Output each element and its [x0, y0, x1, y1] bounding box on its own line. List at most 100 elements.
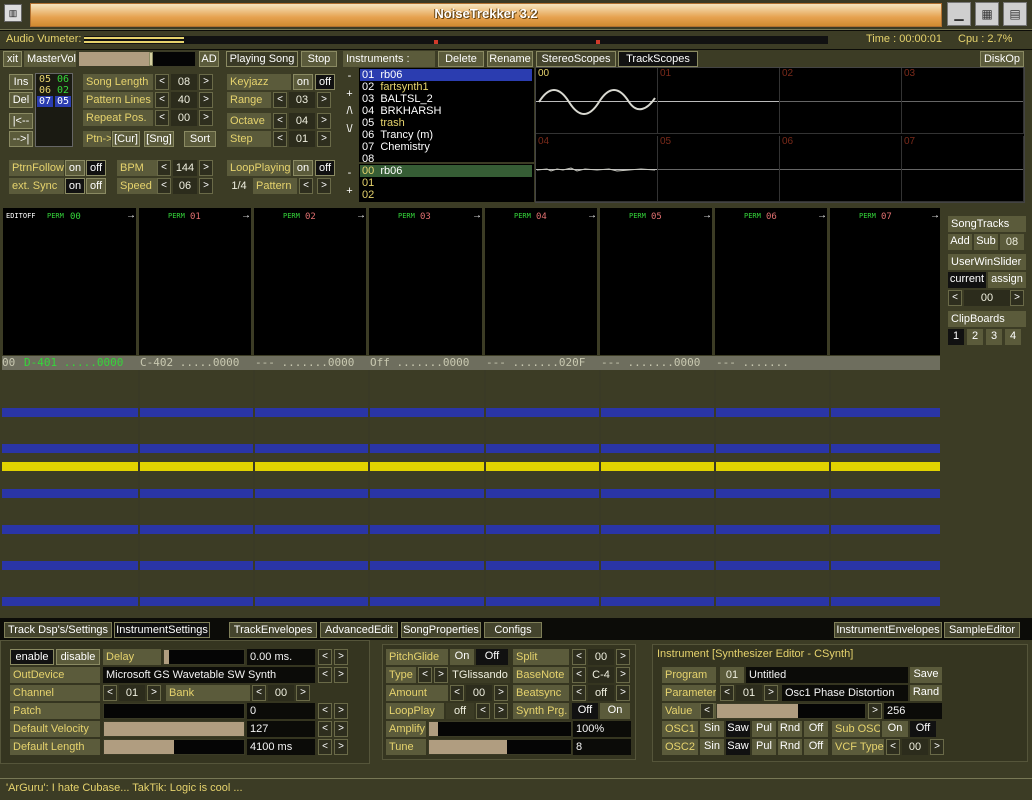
- sample-item[interactable]: 01: [360, 177, 532, 189]
- osc2-wave-1[interactable]: Saw: [726, 739, 750, 755]
- clipboard-2[interactable]: 2: [967, 329, 983, 345]
- amount-dec[interactable]: <: [450, 685, 464, 701]
- channel-inc[interactable]: >: [147, 685, 161, 701]
- table-row[interactable]: [2, 417, 940, 426]
- osc1-wave-2[interactable]: Pul: [752, 721, 776, 737]
- default-length-inc[interactable]: >: [334, 739, 348, 755]
- rand-button[interactable]: Rand: [910, 685, 942, 701]
- extsync-off[interactable]: off: [86, 178, 106, 194]
- track-arrow-icon[interactable]: →: [587, 210, 597, 221]
- track-header[interactable]: [484, 208, 597, 355]
- range-dec[interactable]: <: [273, 92, 287, 108]
- range-inc[interactable]: >: [317, 92, 331, 108]
- delay-dec[interactable]: <: [318, 649, 332, 665]
- close-icon[interactable]: ▤: [1003, 2, 1027, 26]
- type-inc[interactable]: >: [434, 667, 448, 683]
- table-row[interactable]: [2, 489, 940, 498]
- track-header[interactable]: [368, 208, 482, 355]
- track-header[interactable]: [714, 208, 827, 355]
- basenote-dec[interactable]: <: [572, 667, 586, 683]
- table-row[interactable]: [2, 570, 940, 579]
- track-arrow-icon[interactable]: →: [930, 210, 940, 221]
- beatsync-dec[interactable]: <: [572, 685, 586, 701]
- vcftype-dec[interactable]: <: [886, 739, 900, 755]
- default-length-slider[interactable]: [103, 739, 245, 755]
- track-header[interactable]: [599, 208, 712, 355]
- table-row[interactable]: [2, 579, 940, 588]
- value-inc[interactable]: >: [868, 703, 882, 719]
- tab-track-dsp[interactable]: Track Dsp's/Settings: [4, 622, 112, 638]
- loopplay-dec[interactable]: <: [476, 703, 490, 719]
- osc2-wave-2[interactable]: Pul: [752, 739, 776, 755]
- keyjazz-on[interactable]: on: [293, 74, 313, 90]
- ad-button[interactable]: AD: [199, 51, 219, 67]
- split-inc[interactable]: >: [616, 649, 630, 665]
- table-row[interactable]: [2, 426, 940, 435]
- synthprg-on[interactable]: On: [600, 703, 630, 719]
- inst2-scroll-minus[interactable]: -: [342, 166, 357, 182]
- instrument-item[interactable]: 07 Chemistry: [360, 141, 532, 153]
- parameter-dec[interactable]: <: [720, 685, 734, 701]
- osc1-wave-1[interactable]: Saw: [726, 721, 750, 737]
- instrument-item[interactable]: 05 trash: [360, 117, 532, 129]
- rename-instrument-button[interactable]: Rename: [487, 51, 533, 67]
- amplify-slider[interactable]: [428, 721, 572, 737]
- patch-dec[interactable]: <: [318, 703, 332, 719]
- instrument-item[interactable]: 04 BRKHARSH: [360, 105, 532, 117]
- track-header[interactable]: [829, 208, 940, 355]
- loopplay-inc[interactable]: >: [494, 703, 508, 719]
- parameter-inc[interactable]: >: [764, 685, 778, 701]
- inst-down-arrow-icon[interactable]: \/: [342, 122, 357, 138]
- bpm-dec[interactable]: <: [157, 160, 171, 176]
- repeat-pos-dec[interactable]: <: [155, 110, 169, 126]
- basenote-inc[interactable]: >: [616, 667, 630, 683]
- channel-dec[interactable]: <: [103, 685, 117, 701]
- table-row[interactable]: [2, 390, 940, 399]
- table-row[interactable]: [2, 471, 940, 480]
- instrument-item[interactable]: 02 fartsynth1: [360, 81, 532, 93]
- tab-instrument-envelopes[interactable]: InstrumentEnvelopes: [834, 622, 942, 638]
- inst-scroll-plus[interactable]: +: [342, 87, 357, 103]
- table-row[interactable]: [2, 444, 940, 453]
- userwin-dec[interactable]: <: [948, 290, 962, 306]
- maximize-icon[interactable]: ▦: [975, 2, 999, 26]
- del-button[interactable]: Del: [9, 92, 33, 108]
- track-arrow-icon[interactable]: →: [472, 210, 482, 221]
- delay-inc[interactable]: >: [334, 649, 348, 665]
- stop-button[interactable]: Stop: [301, 51, 337, 67]
- speed-inc[interactable]: >: [199, 178, 213, 194]
- value-dec[interactable]: <: [700, 703, 714, 719]
- tab-instrument-settings[interactable]: InstrumentSettings: [114, 622, 210, 638]
- osc1-wave-4[interactable]: Off: [804, 721, 828, 737]
- tab-sample-editor[interactable]: SampleEditor: [944, 622, 1020, 638]
- enable-button[interactable]: enable: [10, 649, 54, 665]
- table-row[interactable]: [2, 588, 940, 597]
- octave-inc[interactable]: >: [317, 113, 331, 129]
- tune-slider[interactable]: [428, 739, 572, 755]
- ptrnfollow-off[interactable]: off: [86, 160, 106, 176]
- inst-up-arrow-icon[interactable]: /\: [342, 104, 357, 120]
- sample-item[interactable]: 00 rb06: [360, 165, 532, 177]
- delay-slider[interactable]: [163, 649, 245, 665]
- osc1-wave-3[interactable]: Rnd: [778, 721, 802, 737]
- pattern-editor[interactable]: [2, 372, 940, 608]
- track-header[interactable]: [253, 208, 366, 355]
- track-header[interactable]: [2, 208, 136, 355]
- subosc-on[interactable]: On: [882, 721, 908, 737]
- osc2-wave-4[interactable]: Off: [804, 739, 828, 755]
- instrument-item[interactable]: 03 BALTSL_2: [360, 93, 532, 105]
- table-row[interactable]: [2, 552, 940, 561]
- clipboard-3[interactable]: 3: [986, 329, 1002, 345]
- loopplaying-off[interactable]: off: [315, 160, 335, 176]
- repeat-pos-inc[interactable]: >: [199, 110, 213, 126]
- bank-inc[interactable]: >: [296, 685, 310, 701]
- program-name[interactable]: Untitled: [746, 667, 908, 683]
- next-pos-button[interactable]: -->|: [9, 131, 33, 147]
- track-arrow-icon[interactable]: →: [817, 210, 827, 221]
- table-row[interactable]: [2, 408, 940, 417]
- vcftype-inc[interactable]: >: [930, 739, 944, 755]
- table-row[interactable]: [2, 435, 940, 444]
- synthprg-off[interactable]: Off: [572, 703, 598, 719]
- ptn-sng-button[interactable]: [Sng]: [144, 131, 174, 147]
- ins-button[interactable]: Ins: [9, 74, 33, 90]
